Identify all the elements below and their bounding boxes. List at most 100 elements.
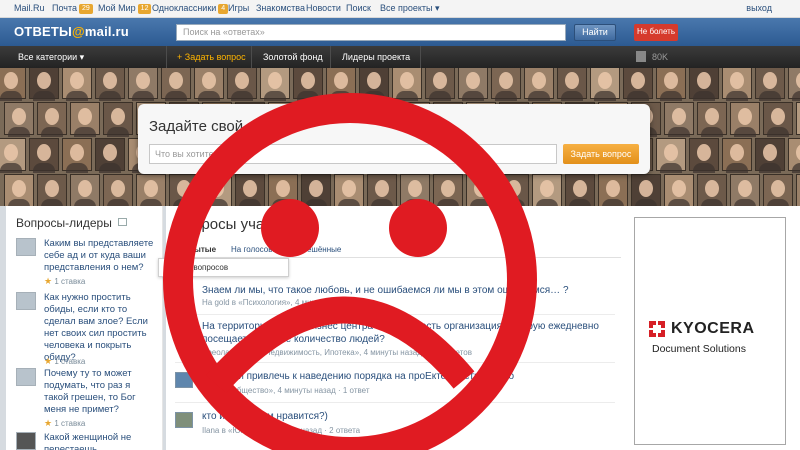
user-photo-thumbnail[interactable] (392, 68, 422, 101)
user-photo-thumbnail[interactable] (0, 68, 26, 101)
portal-link-mail[interactable]: Почта 29 (52, 3, 93, 14)
tab-open[interactable]: Открытые (175, 245, 216, 254)
list-item[interactable]: Какой женщиной не перестаешь (16, 432, 156, 450)
user-photo-thumbnail[interactable] (631, 174, 661, 206)
user-photo-thumbnail[interactable] (557, 68, 587, 101)
table-row[interactable]: На территории какого бизнес центра в Мос… (175, 320, 615, 364)
user-photo-thumbnail[interactable] (730, 174, 760, 206)
table-row[interactable]: кто из «…» вам нравится?) Ilana в «Юмор»… (175, 410, 615, 444)
tab-voting[interactable]: На голосовании (231, 245, 290, 254)
otvety-logo[interactable]: ОТВЕТЫ@mail.ru (14, 24, 129, 39)
user-photo-thumbnail[interactable] (128, 68, 158, 101)
user-photo-thumbnail[interactable] (466, 174, 496, 206)
kyocera-ad-banner[interactable]: KYOCERA Document Solutions (634, 217, 786, 445)
user-photo-thumbnail[interactable] (623, 68, 653, 101)
user-photo-thumbnail[interactable] (70, 174, 100, 206)
info-icon[interactable] (118, 218, 127, 226)
portal-link-games[interactable]: Игры (228, 3, 249, 13)
user-photo-thumbnail[interactable] (194, 68, 224, 101)
user-photo-thumbnail[interactable] (29, 68, 59, 101)
tab-resolved[interactable]: Решённые (302, 245, 341, 254)
question-input[interactable]: Что вы хотите узнать (149, 144, 557, 164)
exit-link[interactable]: выход (746, 3, 772, 13)
user-photo-thumbnail[interactable] (656, 138, 686, 173)
ask-question-link[interactable]: + Задать вопрос (177, 52, 246, 62)
user-photo-thumbnail[interactable] (524, 68, 554, 101)
user-photo-thumbnail[interactable] (37, 102, 67, 137)
ask-question-button[interactable]: Задать вопрос (563, 144, 639, 164)
user-photo-thumbnail[interactable] (367, 174, 397, 206)
user-photo-thumbnail[interactable] (565, 174, 595, 206)
user-photo-thumbnail[interactable] (458, 68, 488, 101)
no-ill-button[interactable]: Не болеть (634, 24, 678, 41)
user-photo-thumbnail[interactable] (722, 138, 752, 173)
user-photo-thumbnail[interactable] (433, 174, 463, 206)
list-item[interactable]: Почему ту то может подумать, что раз я т… (16, 368, 156, 428)
question-link[interactable]: Каким вы представляете себе ад и от куда… (44, 238, 154, 274)
user-photo-thumbnail[interactable] (169, 174, 199, 206)
new-questions-dropdown-item[interactable]: Новых вопросов (158, 258, 289, 277)
list-item[interactable]: Как нужно простить обиды, если кто то сд… (16, 292, 156, 366)
portal-link-myworld[interactable]: Мой Мир 12 (98, 3, 152, 14)
find-button[interactable]: Найти (574, 24, 616, 41)
user-photo-thumbnail[interactable] (788, 138, 800, 173)
user-photo-thumbnail[interactable] (301, 174, 331, 206)
user-photo-thumbnail[interactable] (268, 174, 298, 206)
question-link[interactable]: На территории какого бизнес центра в Мос… (202, 320, 612, 346)
user-photo-thumbnail[interactable] (202, 174, 232, 206)
user-photo-thumbnail[interactable] (664, 102, 694, 137)
portal-link-mailru[interactable]: Mail.Ru (14, 3, 45, 13)
table-row[interactable]: Путина и привлечь к наведению порядка на… (175, 370, 615, 404)
user-photo-thumbnail[interactable] (491, 68, 521, 101)
user-photo-thumbnail[interactable] (689, 138, 719, 173)
user-photo-thumbnail[interactable] (4, 174, 34, 206)
user-photo-thumbnail[interactable] (136, 174, 166, 206)
user-photo-thumbnail[interactable] (37, 174, 67, 206)
user-photo-thumbnail[interactable] (689, 68, 719, 101)
user-photo-thumbnail[interactable] (260, 68, 290, 101)
user-photo-thumbnail[interactable] (656, 68, 686, 101)
user-photo-thumbnail[interactable] (95, 138, 125, 173)
question-link[interactable]: кто из «…» вам нравится?) (202, 410, 612, 423)
user-photo-thumbnail[interactable] (103, 102, 133, 137)
user-photo-thumbnail[interactable] (29, 138, 59, 173)
user-photo-thumbnail[interactable] (400, 174, 430, 206)
user-photo-thumbnail[interactable] (697, 174, 727, 206)
user-photo-thumbnail[interactable] (95, 68, 125, 101)
user-photo-thumbnail[interactable] (62, 68, 92, 101)
user-photo-thumbnail[interactable] (664, 174, 694, 206)
question-link[interactable]: Путина и привлечь к наведению порядка на… (202, 370, 612, 383)
user-photo-thumbnail[interactable] (788, 68, 800, 101)
user-photo-thumbnail[interactable] (62, 138, 92, 173)
question-link[interactable]: Какой женщиной не перестаешь (44, 432, 154, 450)
user-photo-thumbnail[interactable] (590, 68, 620, 101)
portal-link-news[interactable]: Новости (306, 3, 341, 13)
all-categories-menu[interactable]: Все категории ▾ (18, 52, 84, 63)
user-photo-thumbnail[interactable] (763, 174, 793, 206)
user-photo-thumbnail[interactable] (227, 68, 257, 101)
user-photo-thumbnail[interactable] (4, 102, 34, 137)
portal-link-dating[interactable]: Знакомства (256, 3, 305, 13)
table-row[interactable]: Знаем ли мы, что такое любовь, и не ошиб… (175, 284, 615, 316)
user-photo-thumbnail[interactable] (598, 174, 628, 206)
portal-link-search[interactable]: Поиск (346, 3, 371, 13)
user-photo-thumbnail[interactable] (161, 68, 191, 101)
golden-fund-link[interactable]: Золотой фонд (263, 52, 323, 62)
user-photo-thumbnail[interactable] (326, 68, 356, 101)
user-photo-thumbnail[interactable] (532, 174, 562, 206)
user-photo-thumbnail[interactable] (763, 102, 793, 137)
user-photo-thumbnail[interactable] (755, 138, 785, 173)
user-photo-thumbnail[interactable] (796, 102, 800, 135)
user-photo-thumbnail[interactable] (70, 102, 100, 137)
portal-link-ok[interactable]: Одноклассники 4 (152, 3, 229, 14)
user-photo-thumbnail[interactable] (359, 68, 389, 101)
user-photo-thumbnail[interactable] (697, 102, 727, 137)
user-photo-thumbnail[interactable] (730, 102, 760, 137)
question-link[interactable]: Почему ту то может подумать, что раз я т… (44, 368, 154, 416)
user-photo-thumbnail[interactable] (0, 138, 26, 173)
user-photo-thumbnail[interactable] (499, 174, 529, 206)
user-photo-thumbnail[interactable] (755, 68, 785, 101)
question-link[interactable]: Как нужно простить обиды, если кто то сд… (44, 292, 154, 364)
search-input[interactable]: Поиск на «ответах» (176, 24, 566, 41)
user-photo-thumbnail[interactable] (722, 68, 752, 101)
